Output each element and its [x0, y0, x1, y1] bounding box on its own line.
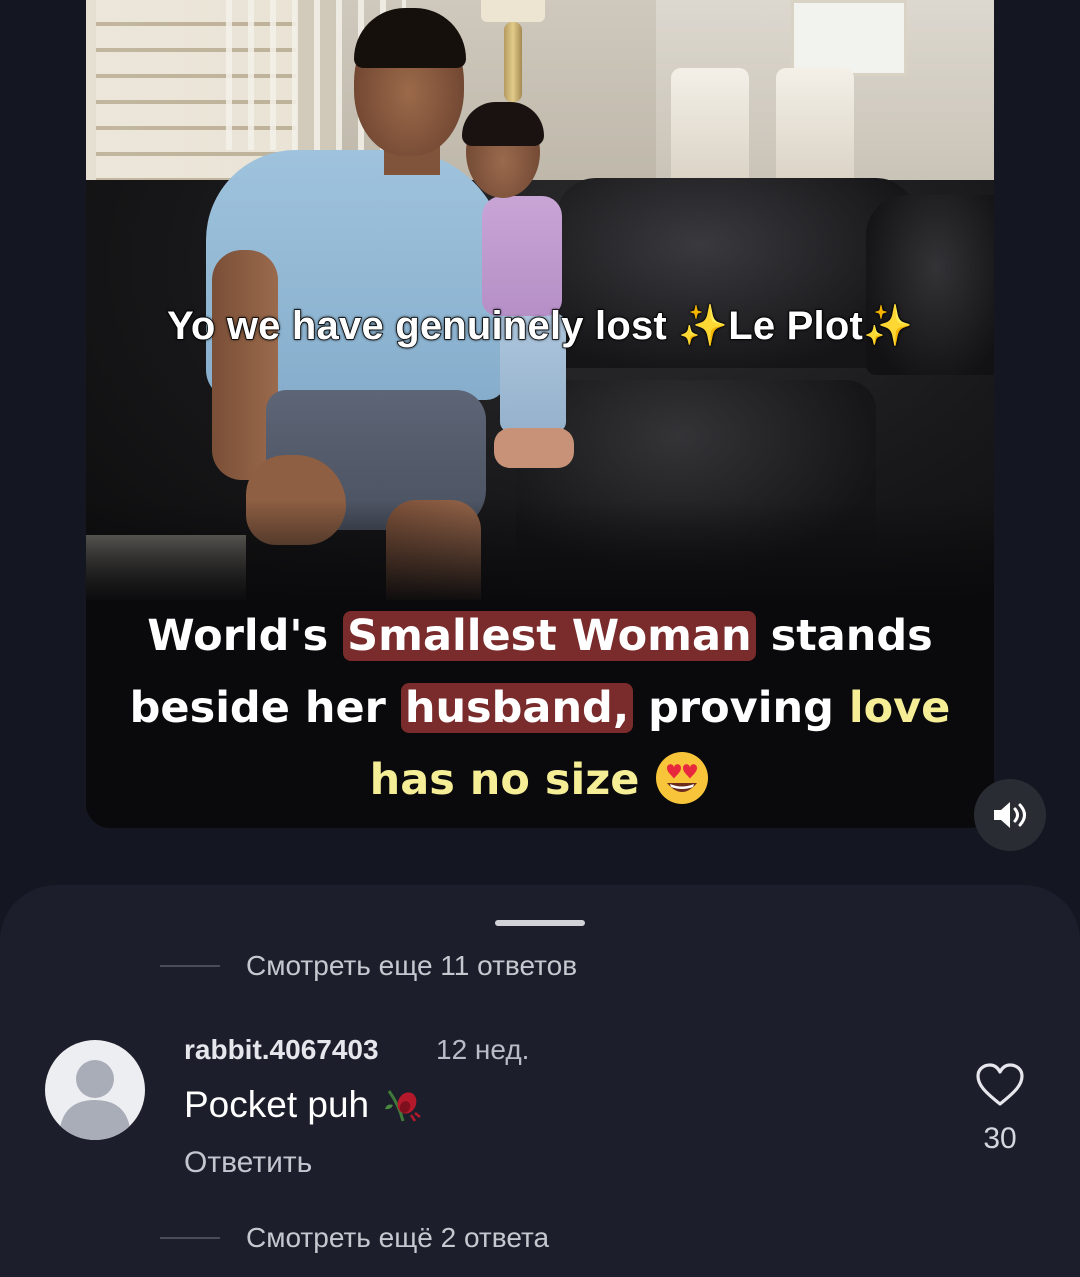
- video-headline: World's Smallest Woman stands beside her…: [86, 600, 994, 816]
- heart-eyes-emoji-icon: [656, 752, 709, 804]
- video-frame: Yo we have genuinely lost ✨Le Plot✨: [86, 0, 994, 600]
- view-more-replies-label: Смотреть еще 11 ответов: [246, 950, 578, 981]
- screen: Yo we have genuinely lost ✨Le Plot✨ Worl…: [0, 0, 1080, 1277]
- reply-button[interactable]: Ответить: [184, 1146, 312, 1180]
- lamp: [481, 0, 545, 22]
- avatar[interactable]: [45, 1040, 145, 1140]
- headline-text: proving: [648, 683, 834, 733]
- comment-username[interactable]: rabbit.4067403: [184, 1034, 379, 1066]
- headline-yellow: love: [848, 683, 951, 733]
- view-more-replies-label: Смотреть ещё 2 ответа: [246, 1222, 550, 1253]
- headline-text: beside her: [129, 683, 386, 733]
- headline-highlight: husband,: [400, 683, 634, 733]
- comment-text: Pocket puh: [184, 1084, 370, 1125]
- view-more-replies-link[interactable]: Смотреть еще 11 ответов: [160, 950, 577, 982]
- headline-yellow: has no size: [369, 755, 640, 805]
- sound-toggle-button[interactable]: [974, 779, 1046, 851]
- heart-outline-icon[interactable]: [975, 1062, 1025, 1108]
- comment-timestamp: 12 нед.: [436, 1034, 530, 1065]
- comment-body: Pocket puh: [184, 1083, 425, 1127]
- speaker-icon: [994, 802, 1026, 828]
- comments-sheet: [0, 885, 1080, 1277]
- sheet-drag-handle[interactable]: [495, 920, 585, 926]
- video-player[interactable]: Yo we have genuinely lost ✨Le Plot✨ Worl…: [86, 0, 994, 828]
- video-caption: Yo we have genuinely lost ✨Le Plot✨: [166, 303, 913, 349]
- default-avatar-icon: [59, 1060, 131, 1140]
- headline-text: stands: [770, 611, 933, 661]
- headline-text: World's: [147, 611, 329, 661]
- like-count: 30: [983, 1122, 1017, 1155]
- wilted-rose-icon: [385, 1090, 421, 1122]
- headline-highlight: Smallest Woman: [343, 611, 756, 661]
- view-more-replies-link[interactable]: Смотреть ещё 2 ответа: [160, 1222, 549, 1254]
